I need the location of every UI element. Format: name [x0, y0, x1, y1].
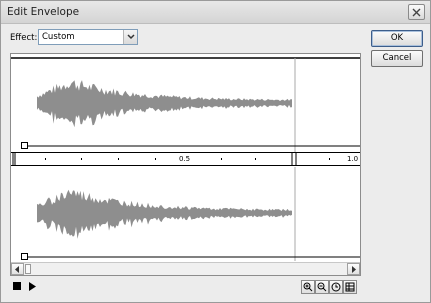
zoom-out-button[interactable] [315, 280, 329, 294]
clock-icon [331, 282, 341, 292]
ruler-label-end: 1.0 [347, 155, 359, 163]
zoom-in-icon [303, 282, 313, 292]
stop-icon [13, 282, 21, 290]
chevron-left-icon [15, 265, 19, 273]
chevron-right-icon [352, 265, 356, 273]
cancel-button[interactable]: Cancel [371, 50, 423, 67]
right-channel-panel[interactable] [11, 167, 360, 261]
edit-envelope-dialog: Edit Envelope Effect: Custom OK Cancel 0… [0, 0, 431, 303]
frames-icon [345, 282, 355, 292]
effect-dropdown[interactable]: Custom [38, 29, 138, 45]
play-icon [29, 282, 36, 291]
window-title: Edit Envelope [7, 6, 80, 18]
close-icon [412, 8, 421, 16]
chevron-down-icon [126, 34, 135, 40]
scroll-thumb[interactable] [25, 264, 31, 274]
left-channel-waveform [11, 57, 360, 152]
title-bar: Edit Envelope [1, 1, 430, 24]
envelope-handle[interactable] [21, 253, 28, 260]
horizontal-scrollbar[interactable] [11, 262, 360, 275]
time-ruler: 0.5 1.0 [11, 152, 360, 166]
ok-button[interactable]: OK [371, 30, 423, 47]
zoom-out-icon [317, 282, 327, 292]
left-channel-panel[interactable] [11, 54, 360, 152]
ruler-label-mid: 0.5 [179, 155, 191, 163]
dropdown-arrow-button[interactable] [123, 30, 137, 44]
zoom-in-button[interactable] [301, 280, 315, 294]
seconds-button[interactable] [329, 280, 343, 294]
frames-button[interactable] [343, 280, 357, 294]
play-button[interactable] [29, 282, 36, 293]
envelope-handle[interactable] [21, 142, 28, 149]
close-button[interactable] [408, 4, 425, 20]
effect-label: Effect: [10, 33, 38, 43]
envelope-editor: 0.5 1.0 [10, 53, 361, 276]
effect-value: Custom [42, 32, 75, 42]
scroll-left-button[interactable] [11, 263, 24, 275]
right-channel-waveform [24, 167, 360, 261]
scroll-right-button[interactable] [347, 263, 360, 275]
stop-button[interactable] [13, 282, 21, 292]
